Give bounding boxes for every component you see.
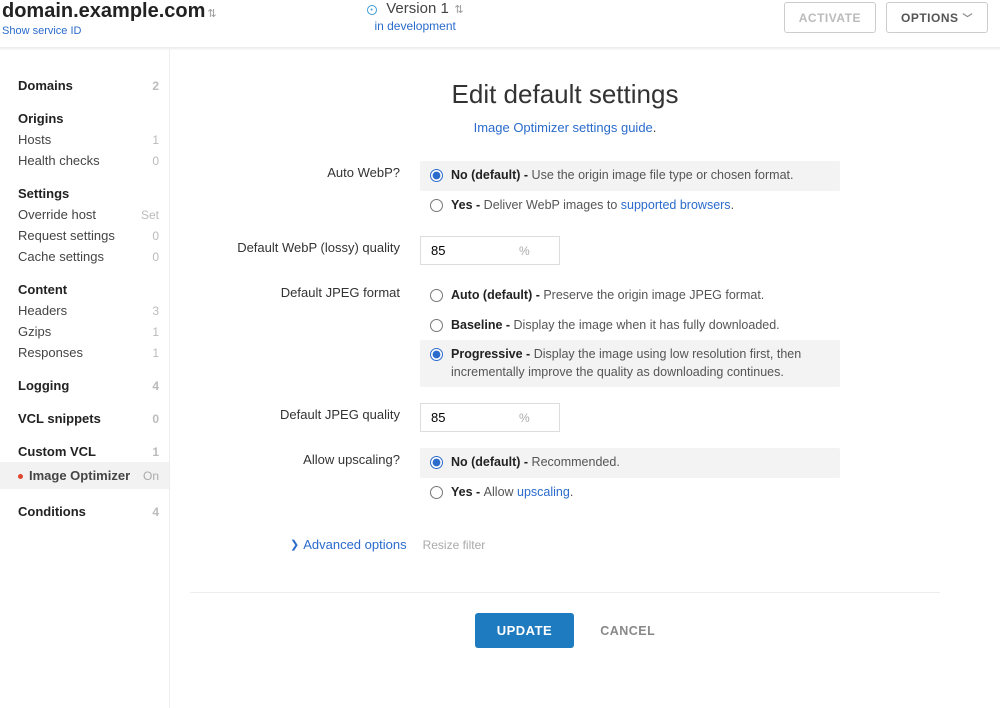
- version-sort-icon[interactable]: ⇅: [454, 4, 463, 16]
- chevron-down-icon: ﹀: [963, 14, 974, 25]
- field-jpeg-quality: Default JPEG quality %: [190, 403, 940, 432]
- supported-browsers-link[interactable]: supported browsers: [621, 198, 731, 212]
- sidebar-item-override-host[interactable]: Override hostSet: [18, 204, 169, 225]
- field-jpeg-format: Default JPEG format Auto (default) - Pre…: [190, 281, 940, 387]
- status-dot-icon: [18, 474, 23, 479]
- version-status: in development: [367, 19, 464, 33]
- sidebar-head-content: Content: [18, 279, 169, 300]
- advanced-options-toggle[interactable]: Advanced options: [303, 537, 406, 552]
- sidebar-item-gzips[interactable]: Gzips1: [18, 321, 169, 342]
- percent-unit: %: [519, 411, 530, 425]
- domain-title: domain.example.com: [2, 0, 205, 23]
- radio-jpeg-baseline[interactable]: Baseline - Display the image when it has…: [420, 311, 840, 341]
- top-bar: domain.example.com⇅ Show service ID • Ve…: [0, 0, 1000, 48]
- sidebar-item-domains[interactable]: Domains2: [18, 75, 169, 96]
- field-auto-webp: Auto WebP? No (default) - Use the origin…: [190, 161, 940, 220]
- sidebar-item-cache-settings[interactable]: Cache settings0: [18, 246, 169, 267]
- version-name[interactable]: Version 1: [386, 0, 449, 17]
- jpeg-quality-input-wrapper: %: [420, 403, 560, 432]
- sidebar-item-responses[interactable]: Responses1: [18, 342, 169, 363]
- label-webp-quality: Default WebP (lossy) quality: [190, 236, 420, 265]
- label-auto-webp: Auto WebP?: [190, 161, 420, 220]
- cancel-button[interactable]: CANCEL: [600, 624, 655, 638]
- page-title: Edit default settings: [190, 79, 940, 110]
- sidebar-item-image-optimizer[interactable]: Image Optimizer On: [0, 462, 169, 489]
- sidebar-item-headers[interactable]: Headers3: [18, 300, 169, 321]
- sidebar-item-health-checks[interactable]: Health checks0: [18, 150, 169, 171]
- radio-upscaling-yes[interactable]: Yes - Allow upscaling.: [420, 478, 840, 508]
- options-label: OPTIONS: [901, 11, 959, 25]
- radio-upscaling-no[interactable]: No (default) - Recommended.: [420, 448, 840, 478]
- main-content: Edit default settings Image Optimizer se…: [170, 49, 1000, 708]
- options-button[interactable]: OPTIONS ﹀: [886, 2, 988, 33]
- sidebar-item-vcl-snippets[interactable]: VCL snippets0: [18, 408, 169, 429]
- sort-icon[interactable]: ⇅: [207, 8, 216, 20]
- chevron-right-icon: ❯: [290, 538, 299, 551]
- resize-filter-label: Resize filter: [423, 538, 486, 552]
- sidebar: Domains2 Origins Hosts1 Health checks0 S…: [0, 49, 170, 708]
- settings-guide: Image Optimizer settings guide.: [190, 120, 940, 135]
- sidebar-item-custom-vcl[interactable]: Custom VCL1: [18, 441, 169, 462]
- webp-quality-input[interactable]: [429, 242, 519, 259]
- field-upscaling: Allow upscaling? No (default) - Recommen…: [190, 448, 940, 507]
- sidebar-head-settings: Settings: [18, 183, 169, 204]
- sidebar-head-origins: Origins: [18, 108, 169, 129]
- advanced-options-row: ❯ Advanced options Resize filter: [290, 537, 940, 552]
- upscaling-link[interactable]: upscaling: [517, 485, 570, 499]
- update-button[interactable]: UPDATE: [475, 613, 574, 648]
- sidebar-item-conditions[interactable]: Conditions4: [18, 501, 169, 522]
- activate-button[interactable]: ACTIVATE: [784, 2, 876, 33]
- settings-form: Auto WebP? No (default) - Use the origin…: [190, 161, 940, 552]
- radio-autowebp-yes[interactable]: Yes - Deliver WebP images to supported b…: [420, 191, 840, 221]
- field-webp-quality: Default WebP (lossy) quality %: [190, 236, 940, 265]
- settings-guide-link[interactable]: Image Optimizer settings guide: [474, 120, 653, 135]
- domain-block: domain.example.com⇅ Show service ID: [0, 0, 217, 37]
- form-footer: UPDATE CANCEL: [190, 592, 940, 678]
- label-jpeg-quality: Default JPEG quality: [190, 403, 420, 432]
- sidebar-item-logging[interactable]: Logging4: [18, 375, 169, 396]
- version-dot-icon: •: [367, 5, 377, 15]
- webp-quality-input-wrapper: %: [420, 236, 560, 265]
- percent-unit: %: [519, 244, 530, 258]
- jpeg-quality-input[interactable]: [429, 409, 519, 426]
- version-block: • Version 1 ⇅ in development: [367, 0, 464, 33]
- radio-jpeg-progressive[interactable]: Progressive - Display the image using lo…: [420, 340, 840, 387]
- sidebar-item-hosts[interactable]: Hosts1: [18, 129, 169, 150]
- label-upscaling: Allow upscaling?: [190, 448, 420, 507]
- label-jpeg-format: Default JPEG format: [190, 281, 420, 387]
- radio-autowebp-no[interactable]: No (default) - Use the origin image file…: [420, 161, 840, 191]
- sidebar-item-request-settings[interactable]: Request settings0: [18, 225, 169, 246]
- top-actions: ACTIVATE OPTIONS ﹀: [784, 0, 988, 33]
- radio-jpeg-auto[interactable]: Auto (default) - Preserve the origin ima…: [420, 281, 840, 311]
- show-service-id-link[interactable]: Show service ID: [2, 25, 81, 37]
